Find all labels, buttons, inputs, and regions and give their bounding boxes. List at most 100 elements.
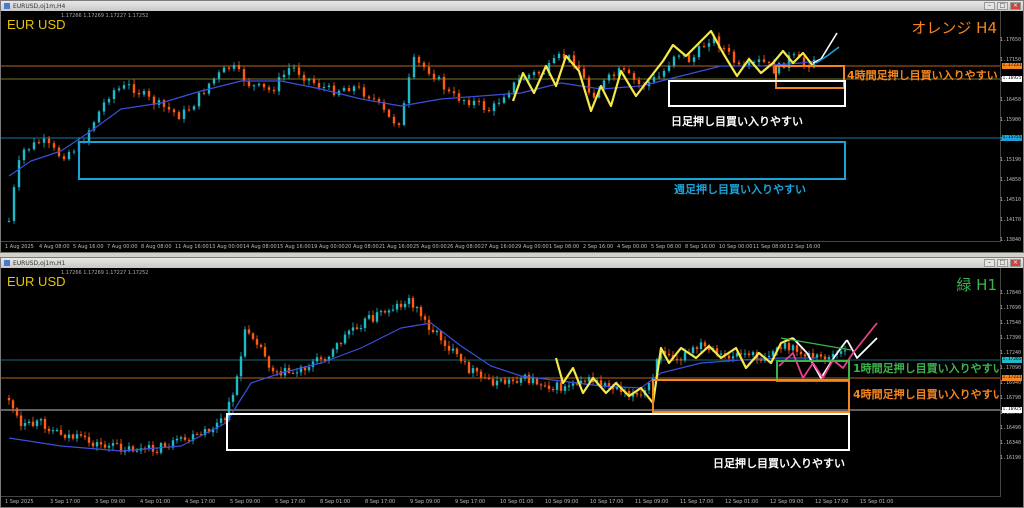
h4-candle bbox=[482, 101, 486, 110]
h1-candle bbox=[507, 379, 511, 384]
h4-candle bbox=[157, 100, 161, 105]
top-time-tick: 5 Aug 16:00 bbox=[73, 244, 104, 250]
h1-candle bbox=[59, 429, 63, 435]
h1-moving-average bbox=[8, 322, 816, 452]
bottom-time-tick: 8 Sep 17:00 bbox=[365, 499, 396, 505]
h1-candle bbox=[483, 377, 487, 379]
h1-candle bbox=[347, 330, 351, 335]
h1-candle bbox=[515, 381, 519, 383]
h1-chart-pane[interactable]: 1.17266 1.17269 1.17227 1.17252 EUR USD … bbox=[1, 268, 1023, 507]
top-price-tick: 1.14850 bbox=[999, 177, 1021, 183]
h4-candle bbox=[212, 78, 216, 84]
h1-candle bbox=[375, 312, 379, 322]
h4-candle bbox=[502, 97, 506, 103]
h4-candle bbox=[27, 149, 31, 151]
top-time-tick: 8 Sep 16:00 bbox=[685, 244, 716, 250]
h4-candle bbox=[697, 46, 701, 58]
h1-candle bbox=[803, 354, 807, 357]
h4-candle bbox=[402, 103, 406, 126]
h1-candle bbox=[335, 343, 339, 350]
h1-candle bbox=[571, 383, 575, 386]
h4-candle bbox=[287, 68, 291, 75]
h1-candle bbox=[47, 428, 51, 432]
h1-candle bbox=[743, 353, 747, 355]
h1-window-titlebar[interactable]: EURUSD,oj1m,H1 bbox=[1, 258, 1023, 268]
h1-candle bbox=[539, 384, 543, 386]
h4-candle bbox=[332, 85, 336, 96]
h4-candle bbox=[467, 100, 471, 106]
h1-candle bbox=[519, 378, 523, 383]
h4-candle bbox=[272, 89, 276, 92]
h1-candle bbox=[243, 329, 247, 357]
h4-candle bbox=[672, 56, 676, 66]
h1-candle bbox=[731, 356, 735, 359]
h1-candle bbox=[183, 437, 187, 440]
maximize-button[interactable]: □ bbox=[997, 259, 1008, 267]
h4-candle bbox=[47, 138, 51, 144]
h1-time-axis[interactable]: 1 Sep 2025 3 Sep 17:00 3 Sep 09:00 4 Sep 01… bbox=[1, 496, 1001, 507]
bottom-price-tick: 1.17390 bbox=[999, 335, 1021, 341]
h1-candle bbox=[163, 443, 167, 447]
h4-candle bbox=[162, 100, 166, 107]
h1-candle bbox=[787, 342, 791, 351]
bottom-time-tick: 4 Sep 01:00 bbox=[140, 499, 171, 505]
top-time-tick: 15 Aug 16:00 bbox=[277, 244, 311, 250]
h4-candle bbox=[767, 61, 771, 63]
h4-candle bbox=[202, 92, 206, 94]
h4-zone-h4 bbox=[775, 65, 845, 89]
top-time-tick: 4 Sep 00:00 bbox=[617, 244, 648, 250]
h1-candle bbox=[503, 379, 507, 384]
h1-candle bbox=[195, 434, 199, 436]
h4-candle bbox=[22, 149, 26, 161]
h4-candle bbox=[62, 156, 66, 160]
bottom-time-tick: 9 Sep 17:00 bbox=[455, 499, 486, 505]
h4-candle bbox=[367, 96, 371, 99]
h4-candle bbox=[187, 109, 191, 111]
h1-candle bbox=[135, 450, 139, 452]
minimize-button[interactable]: – bbox=[984, 259, 995, 267]
h4-candle bbox=[347, 88, 351, 92]
h1-candle bbox=[827, 357, 831, 360]
top-time-tick: 5 Sep 08:00 bbox=[651, 244, 682, 250]
h4-candle bbox=[217, 72, 221, 79]
h1-candle bbox=[415, 307, 419, 309]
h4-candle bbox=[322, 86, 326, 88]
h4-price-axis[interactable]: 1.176501.171501.169251.164501.159001.155… bbox=[999, 11, 1023, 243]
top-price-tag: 1.15755 bbox=[1002, 135, 1022, 141]
h4-candle bbox=[37, 142, 41, 144]
close-button[interactable]: × bbox=[1010, 259, 1021, 267]
h1-candle bbox=[383, 311, 387, 313]
h4-candle bbox=[12, 187, 16, 221]
h1-candle bbox=[295, 372, 299, 374]
h4-zone-daily bbox=[668, 80, 846, 107]
h4-candle bbox=[627, 69, 631, 74]
h1-candle bbox=[343, 334, 347, 344]
maximize-button[interactable]: □ bbox=[997, 2, 1008, 10]
h1-candle bbox=[799, 351, 803, 355]
top-time-tick: 13 Aug 00:00 bbox=[209, 244, 243, 250]
h4-candle bbox=[487, 109, 491, 112]
h4-window-titlebar[interactable]: EURUSD,oj1m,H4 bbox=[1, 1, 1023, 11]
h4-chart-pane[interactable]: 1.17266 1.17269 1.17227 1.17252 EUR USD … bbox=[1, 11, 1023, 252]
bottom-time-tick: 10 Sep 17:00 bbox=[590, 499, 624, 505]
close-button[interactable]: × bbox=[1010, 2, 1021, 10]
h4-candle bbox=[727, 48, 731, 52]
top-time-tick: 19 Aug 00:00 bbox=[311, 244, 345, 250]
top-time-tick: 11 Aug 16:00 bbox=[175, 244, 209, 250]
h1-candle bbox=[95, 442, 99, 447]
bottom-time-tick: 10 Sep 01:00 bbox=[500, 499, 534, 505]
h4-candle bbox=[147, 90, 151, 97]
h1-candle bbox=[107, 445, 111, 448]
h4-candle bbox=[762, 59, 766, 62]
h1-candle bbox=[467, 362, 471, 374]
h4-time-axis[interactable]: 1 Aug 2025 4 Aug 08:00 5 Aug 16:00 7 Aug 00… bbox=[1, 241, 1001, 252]
h1-candle bbox=[79, 434, 83, 436]
h1-candle bbox=[527, 374, 531, 384]
h1-price-axis[interactable]: 1.17840 1.17690 1.17540 1.17390 1.17240 1.170… bbox=[1000, 268, 1023, 497]
h1-candle bbox=[499, 379, 503, 381]
minimize-button[interactable]: – bbox=[984, 2, 995, 10]
h1-candle bbox=[463, 361, 467, 363]
h1-candle bbox=[267, 356, 271, 368]
h1-candle bbox=[551, 388, 555, 390]
h4-candle bbox=[267, 87, 271, 90]
